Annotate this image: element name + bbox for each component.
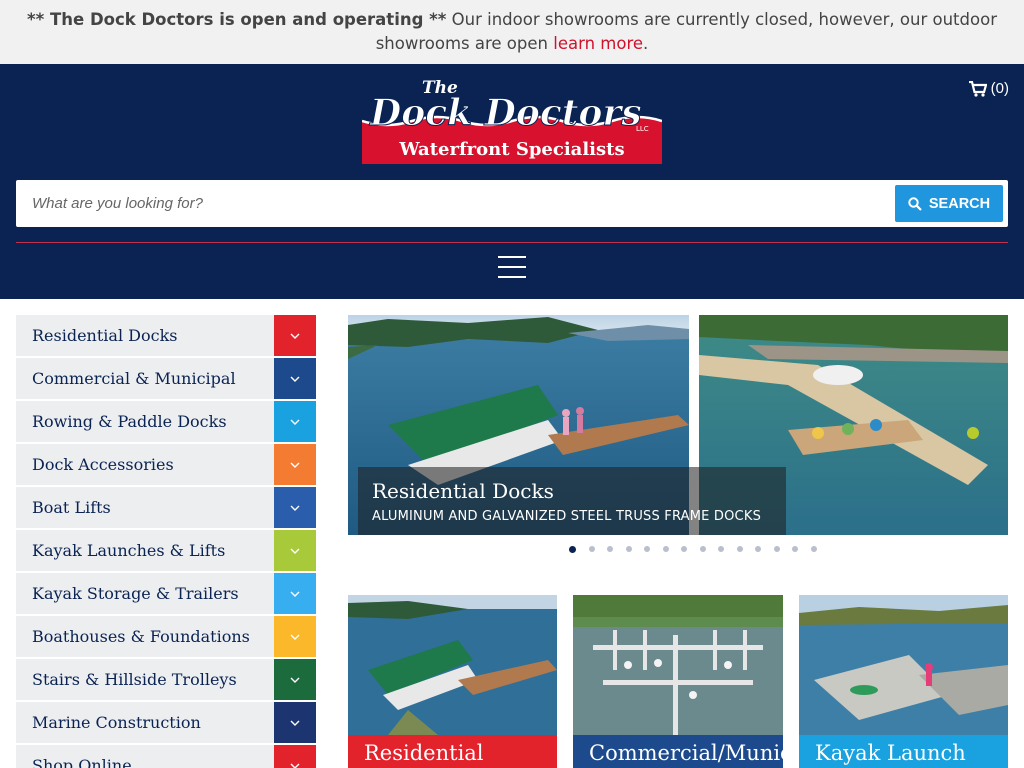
sidebar-item[interactable]: Kayak Launches & Lifts — [16, 530, 316, 571]
sidebar-item[interactable]: Residential Docks — [16, 315, 316, 356]
tile-commercial-image — [573, 595, 783, 735]
chevron-down-icon[interactable] — [274, 358, 316, 399]
sidebar-item-label: Boat Lifts — [32, 498, 111, 517]
hero-caption: Residential Docks ALUMINUM AND GALVANIZE… — [358, 467, 786, 535]
sidebar-item-label: Kayak Storage & Trailers — [32, 584, 239, 603]
site-logo[interactable]: The Dock Doctors LLC Waterfront Speciali… — [361, 78, 663, 164]
slider-pagination — [569, 546, 817, 553]
svg-text:Dock Doctors: Dock Doctors — [369, 92, 642, 134]
learn-more-link[interactable]: learn more — [553, 34, 643, 53]
search-input[interactable] — [16, 180, 886, 227]
tile-commercial-label: Commercial/Municipal — [573, 735, 783, 768]
sidebar-item-label: Residential Docks — [32, 326, 178, 345]
chevron-down-icon[interactable] — [274, 702, 316, 743]
sidebar-item[interactable]: Boathouses & Foundations — [16, 616, 316, 657]
tile-kayak-launch-label: Kayak Launch — [799, 735, 1008, 768]
sidebar-item[interactable]: Boat Lifts — [16, 487, 316, 528]
chevron-down-icon[interactable] — [274, 444, 316, 485]
announcement-end: . — [643, 34, 649, 53]
announcement-bold: ** The Dock Doctors is open and operatin… — [27, 10, 447, 29]
search-button[interactable]: SEARCH — [895, 185, 1003, 222]
chevron-down-icon[interactable] — [274, 401, 316, 442]
slider-dot[interactable] — [718, 546, 724, 552]
hamburger-menu-icon[interactable] — [498, 256, 526, 280]
sidebar-item[interactable]: Commercial & Municipal — [16, 358, 316, 399]
slider-dot[interactable] — [644, 546, 650, 552]
svg-text:LLC: LLC — [636, 125, 649, 133]
slider-dot[interactable] — [569, 546, 576, 553]
slider-dot[interactable] — [699, 546, 706, 552]
slider-dot[interactable] — [755, 546, 761, 552]
slider-dot[interactable] — [792, 546, 798, 552]
tile-kayak-launch[interactable]: Kayak Launch — [799, 595, 1008, 768]
chevron-down-icon[interactable] — [274, 616, 316, 657]
sidebar-item-label: Stairs & Hillside Trolleys — [32, 670, 237, 689]
slider-dot[interactable] — [662, 546, 669, 552]
sidebar-item[interactable]: Dock Accessories — [16, 444, 316, 485]
sidebar-item-label: Kayak Launches & Lifts — [32, 541, 226, 560]
tile-residential-label: Residential — [348, 735, 557, 768]
sidebar-item[interactable]: Rowing & Paddle Docks — [16, 401, 316, 442]
tile-kayak-launch-image — [799, 595, 1008, 735]
tile-commercial[interactable]: Commercial/Municipal — [573, 595, 783, 768]
chevron-down-icon[interactable] — [274, 659, 316, 700]
sidebar-item-label: Shop Online — [32, 756, 132, 768]
sidebar-item[interactable]: Shop Online — [16, 745, 316, 768]
announcement-text: Our indoor showrooms are currently close… — [375, 10, 997, 53]
slider-dot[interactable] — [607, 546, 613, 552]
sidebar-item[interactable]: Kayak Storage & Trailers — [16, 573, 316, 614]
sidebar-item-label: Marine Construction — [32, 713, 201, 732]
slider-dot[interactable] — [736, 546, 743, 552]
chevron-down-icon[interactable] — [274, 487, 316, 528]
sidebar-item-label: Boathouses & Foundations — [32, 627, 250, 646]
search-icon — [908, 196, 922, 211]
cart-count: (0) — [990, 80, 1009, 97]
chevron-down-icon[interactable] — [274, 530, 316, 571]
cart-link[interactable]: (0) — [968, 80, 1009, 97]
hero-slider[interactable]: Residential Docks ALUMINUM AND GALVANIZE… — [348, 315, 1008, 535]
sidebar-item[interactable]: Stairs & Hillside Trolleys — [16, 659, 316, 700]
sidebar-item-label: Dock Accessories — [32, 455, 174, 474]
svg-text:Waterfront Specialists: Waterfront Specialists — [398, 139, 624, 160]
hero-subtitle: ALUMINUM AND GALVANIZED STEEL TRUSS FRAM… — [372, 509, 762, 524]
site-header: (0) The Dock Doctors LLC Waterfront Spec… — [0, 64, 1024, 299]
slider-dot[interactable] — [588, 546, 595, 552]
search-button-label: SEARCH — [928, 195, 991, 212]
tile-residential-image — [348, 595, 557, 735]
category-sidebar: Residential Docks Commercial & Municipal R… — [16, 315, 316, 768]
announcement-bar: ** The Dock Doctors is open and operatin… — [0, 0, 1024, 64]
sidebar-item-label: Rowing & Paddle Docks — [32, 412, 227, 431]
sidebar-item[interactable]: Marine Construction — [16, 702, 316, 743]
chevron-down-icon[interactable] — [274, 573, 316, 614]
sidebar-item-label: Commercial & Municipal — [32, 369, 236, 388]
slider-dot[interactable] — [625, 546, 632, 552]
slider-dot[interactable] — [773, 546, 780, 552]
search-bar: SEARCH — [16, 180, 1008, 227]
cart-icon — [968, 80, 987, 97]
tile-residential[interactable]: Residential — [348, 595, 557, 768]
header-divider — [16, 242, 1008, 243]
slider-dot[interactable] — [681, 546, 687, 552]
chevron-down-icon[interactable] — [274, 745, 316, 768]
hero-title: Residential Docks — [372, 479, 554, 503]
slider-dot[interactable] — [810, 546, 817, 552]
chevron-down-icon[interactable] — [274, 315, 316, 356]
